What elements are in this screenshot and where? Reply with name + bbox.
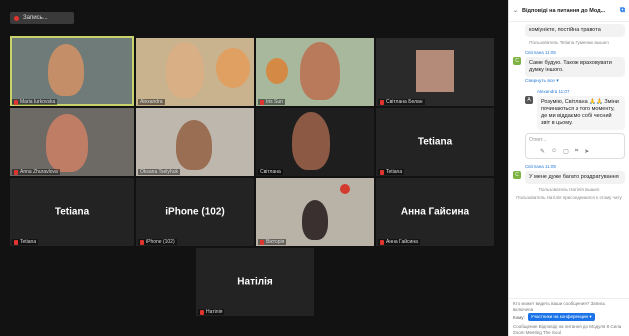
avatar: A <box>525 96 533 104</box>
video-tile[interactable]: Світлана <box>256 108 374 176</box>
video-tile[interactable]: Натілія Натілія <box>196 248 314 316</box>
mic-muted-icon <box>140 239 144 245</box>
mic-muted-icon <box>14 99 18 105</box>
video-tile[interactable]: Anna Zhuravlova <box>10 108 134 176</box>
chevron-down-icon[interactable]: ⌄ <box>513 7 518 14</box>
chat-title: Відповіді на питання до Мод... <box>522 7 606 14</box>
participant-name: Анна Гайсина <box>386 239 418 245</box>
participant-name: Maria Iurkovska <box>20 99 56 105</box>
chat-message: A Розумію, Світлана 🙏🙏 Зміни починаються… <box>525 96 625 130</box>
mic-muted-icon <box>380 239 384 245</box>
participant-display-name: Tetiana <box>54 206 90 218</box>
participant-display-name: Натілія <box>237 276 273 288</box>
recipient-dropdown[interactable]: Участники на конференции ▾ <box>527 313 595 321</box>
popout-icon[interactable]: ⧉ <box>620 7 625 15</box>
message-text: Розумію, Світлана 🙏🙏 Зміни починаються з… <box>541 99 619 126</box>
video-tile[interactable]: Alexandra <box>136 38 254 106</box>
mic-muted-icon <box>14 239 18 245</box>
message-text: У мене дуже багато роздратування <box>529 174 619 180</box>
visibility-notice[interactable]: Кто может видеть ваши сообщения? Запись … <box>513 301 625 313</box>
mic-muted-icon <box>380 99 384 105</box>
video-tile[interactable]: Iris Sun <box>256 38 374 106</box>
mic-muted-icon <box>260 239 264 245</box>
avatar: С <box>513 171 521 179</box>
avatar: С <box>513 57 521 65</box>
video-tile[interactable]: Анна Гайсина Анна Гайсина <box>376 178 494 246</box>
chat-message: С Саме будую. Також враховувати думку ін… <box>513 57 625 77</box>
reply-placeholder: Ответ... <box>529 137 547 143</box>
video-tile[interactable]: Tetiana Tetiana <box>376 108 494 176</box>
participant-name: Вікторія <box>266 239 285 245</box>
recording-indicator[interactable]: Запись... <box>10 12 74 24</box>
emoji-icon[interactable]: ☺ <box>551 148 557 155</box>
participant-name: iPhone (102) <box>146 239 175 245</box>
file-icon[interactable]: ▢ <box>563 148 569 155</box>
participant-name: Anna Zhuravlova <box>20 169 58 175</box>
participant-name: Tetiana <box>20 239 37 245</box>
video-tile[interactable]: Світлана Белан <box>376 38 494 106</box>
message-author: Світлана 11:05 <box>525 50 556 55</box>
participant-name: Alexandra <box>140 99 163 105</box>
record-dot-icon <box>14 15 19 21</box>
recording-label: Запись... <box>23 15 48 21</box>
mic-muted-icon <box>14 169 18 175</box>
video-tile[interactable]: Вікторія <box>256 178 374 246</box>
video-gallery: Запись... Maria Iurkovska Alexandra Iris… <box>0 0 508 336</box>
mic-muted-icon <box>380 169 384 175</box>
chat-panel: ⌄ Відповіді на питання до Мод... ⧉ коміу… <box>508 0 629 336</box>
chat-message: коміунікте, постійна травота <box>525 24 625 37</box>
participant-name: Oksana Tselyhuk <box>140 169 178 175</box>
chat-messages[interactable]: коміунікте, постійна травота Пользовател… <box>509 22 629 298</box>
video-tile[interactable]: Tetiana Tetiana <box>10 178 134 246</box>
screenshot-icon[interactable]: ⌗ <box>575 148 578 155</box>
mic-muted-icon <box>200 309 204 315</box>
participant-name: Iris Sun <box>266 99 283 105</box>
reply-input[interactable]: Ответ... ✎ ☺ ▢ ⌗ ➤ <box>525 133 625 159</box>
video-tile[interactable]: Oksana Tselyhuk <box>136 108 254 176</box>
participant-display-name: Tetiana <box>417 136 453 148</box>
participant-name: Світлана Белан <box>386 99 423 105</box>
chat-message: С У мене дуже багато роздратування <box>513 171 625 184</box>
video-tile[interactable]: Maria Iurkovska <box>10 36 134 106</box>
collapse-thread-link[interactable]: Свернуть все ▾ <box>525 79 629 84</box>
participant-display-name: iPhone (102) <box>165 206 225 218</box>
system-message: Пользователь Натілія вышел <box>538 187 600 192</box>
video-tile[interactable]: iPhone (102) iPhone (102) <box>136 178 254 246</box>
recipient-label: Кому: <box>513 314 525 320</box>
mic-muted-icon <box>260 99 264 105</box>
chat-footer: Кто может видеть ваши сообщения? Запись … <box>509 298 629 336</box>
participant-name: Світлана <box>260 169 281 175</box>
message-text: Саме будую. Також враховувати думку іншо… <box>529 60 612 73</box>
format-icon[interactable]: ✎ <box>540 148 545 155</box>
message-author: Alexandra 11:07 <box>537 89 570 94</box>
send-icon[interactable]: ➤ <box>584 148 589 155</box>
system-message: Пользователь Натілія присоединился к это… <box>516 195 622 200</box>
chat-header: ⌄ Відповіді на питання до Мод... ⧉ <box>509 0 629 22</box>
message-author: Світлана 11:09 <box>525 164 556 169</box>
system-message: Пользователь Tetiana Гуменюк вышел <box>529 40 609 45</box>
participant-name: Tetiana <box>386 169 403 175</box>
participant-display-name: Анна Гайсина <box>400 206 470 218</box>
participant-name: Натілія <box>206 309 223 315</box>
message-input[interactable]: Сообщение Відповіді на питання до Модуля… <box>513 324 625 336</box>
